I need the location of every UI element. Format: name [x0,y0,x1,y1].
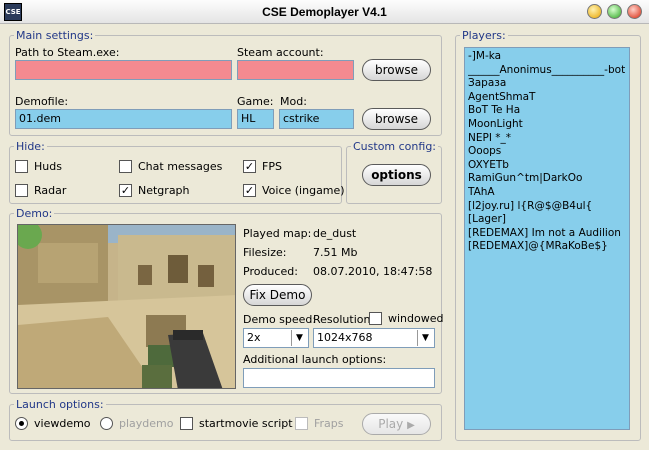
demo-speed-value: 2x [247,331,261,344]
steam-account-label: Steam account: [237,46,324,59]
list-item[interactable]: -]M-ka [468,50,626,64]
maximize-button[interactable] [607,4,622,19]
viewdemo-radio[interactable]: viewdemo [15,417,91,430]
list-item[interactable]: Ooops [468,145,626,159]
fix-demo-button[interactable]: Fix Demo [243,284,312,306]
list-item[interactable]: [Lager] [468,213,626,227]
list-item[interactable]: [REDEMAX]@{MRaKoBe$} [468,240,626,254]
list-item[interactable]: RamiGun^tm|DarkOo [468,172,626,186]
main-settings-legend: Main settings: [16,29,94,42]
fraps-check-box [295,417,308,430]
played-map-value: de_dust [313,227,357,240]
custom-config-legend: Custom config: [353,140,437,153]
fraps-checkbox[interactable]: Fraps [295,417,344,430]
list-item[interactable]: ______Anonimus__________-bot [468,64,626,78]
hide-huds-checkbox[interactable]: Huds [15,160,62,173]
list-item[interactable]: BoT Te Ha [468,104,626,118]
playdemo-radio-dot [100,417,113,430]
chat-check-box [119,160,132,173]
netgraph-check-box: ✓ [119,184,132,197]
list-item[interactable]: [l2joy.ru] l{R@$@B4ul{ [468,200,626,214]
chevron-down-icon[interactable]: ▼ [291,330,307,346]
list-item[interactable]: MoonLight [468,118,626,132]
huds-check-box [15,160,28,173]
huds-label: Huds [34,160,62,173]
demo-speed-select[interactable]: 2x ▼ [243,328,309,348]
steam-path-input[interactable] [15,60,232,80]
browse-steam-button[interactable]: browse [362,59,431,81]
radar-check-box [15,184,28,197]
hide-legend: Hide: [16,140,45,153]
list-item[interactable]: TAhA [468,186,626,200]
list-item[interactable]: OXYETb [468,159,626,173]
windowed-checkbox[interactable]: windowed [369,312,443,325]
map-preview-image [17,224,236,389]
mod-field: cstrike [279,109,354,129]
playdemo-label: playdemo [119,417,174,430]
play-label: Play [378,417,404,431]
play-button[interactable]: Play ▶ [362,413,431,435]
launch-options-input[interactable] [243,368,435,388]
launch-options-label: Additional launch options: [243,353,387,366]
players-legend: Players: [462,29,506,42]
window-title: CSE Demoplayer V4.1 [262,5,387,19]
netgraph-label: Netgraph [138,184,190,197]
filesize-label: Filesize: [243,246,287,259]
chat-label: Chat messages [138,160,223,173]
demo-legend: Demo: [16,207,53,220]
hide-netgraph-checkbox[interactable]: ✓ Netgraph [119,184,190,197]
filesize-value: 7.51 Mb [313,246,358,259]
voice-label: Voice (ingame) [262,184,345,197]
fps-check-box: ✓ [243,160,256,173]
launch-options-legend: Launch options: [16,398,104,411]
close-button[interactable] [627,4,642,19]
title-bar[interactable]: CSE CSE Demoplayer V4.1 [0,0,649,24]
resolution-select[interactable]: 1024x768 ▼ [313,328,435,348]
windowed-check-box [369,312,382,325]
fraps-label: Fraps [314,417,344,430]
hide-chat-checkbox[interactable]: Chat messages [119,160,222,173]
hide-fps-checkbox[interactable]: ✓ FPS [243,160,282,173]
demofile-label: Demofile: [15,95,69,108]
chevron-down-icon[interactable]: ▼ [417,330,433,346]
played-map-label: Played map: [243,227,312,240]
list-item[interactable]: [REDEMAX] Im not a Audilion [468,227,626,241]
game-field: HL [237,109,274,129]
radar-label: Radar [34,184,67,197]
playdemo-radio[interactable]: playdemo [100,417,173,430]
steam-path-label: Path to Steam.exe: [15,46,120,59]
browse-demo-button[interactable]: browse [362,108,431,130]
resolution-label: Resolution: [313,313,375,326]
de-dust-preview-icon [18,225,235,388]
viewdemo-label: viewdemo [34,417,91,430]
demofile-input[interactable]: 01.dem [15,109,232,129]
options-button[interactable]: options [362,164,431,186]
play-arrow-icon: ▶ [407,420,415,431]
steam-account-input[interactable] [237,60,354,80]
list-item[interactable]: AgentShmaT [468,91,626,105]
fps-label: FPS [262,160,282,173]
demo-speed-label: Demo speed: [243,313,317,326]
resolution-value: 1024x768 [317,331,373,344]
list-item[interactable]: NEPI *_* [468,132,626,146]
players-list[interactable]: -]M-ka ______Anonimus__________-bot Зара… [464,47,630,430]
produced-label: Produced: [243,265,298,278]
viewdemo-radio-dot [15,417,28,430]
game-label: Game: [237,95,274,108]
list-item[interactable]: Зараза [468,77,626,91]
startmovie-label: startmovie script [199,417,293,430]
produced-value: 08.07.2010, 18:47:58 [313,265,433,278]
startmovie-check-box [180,417,193,430]
voice-check-box: ✓ [243,184,256,197]
mod-label: Mod: [280,95,307,108]
windowed-label: windowed [388,312,444,325]
hide-voice-checkbox[interactable]: ✓ Voice (ingame) [243,184,345,197]
minimize-button[interactable] [587,4,602,19]
hide-radar-checkbox[interactable]: Radar [15,184,66,197]
startmovie-checkbox[interactable]: startmovie script [180,417,293,430]
